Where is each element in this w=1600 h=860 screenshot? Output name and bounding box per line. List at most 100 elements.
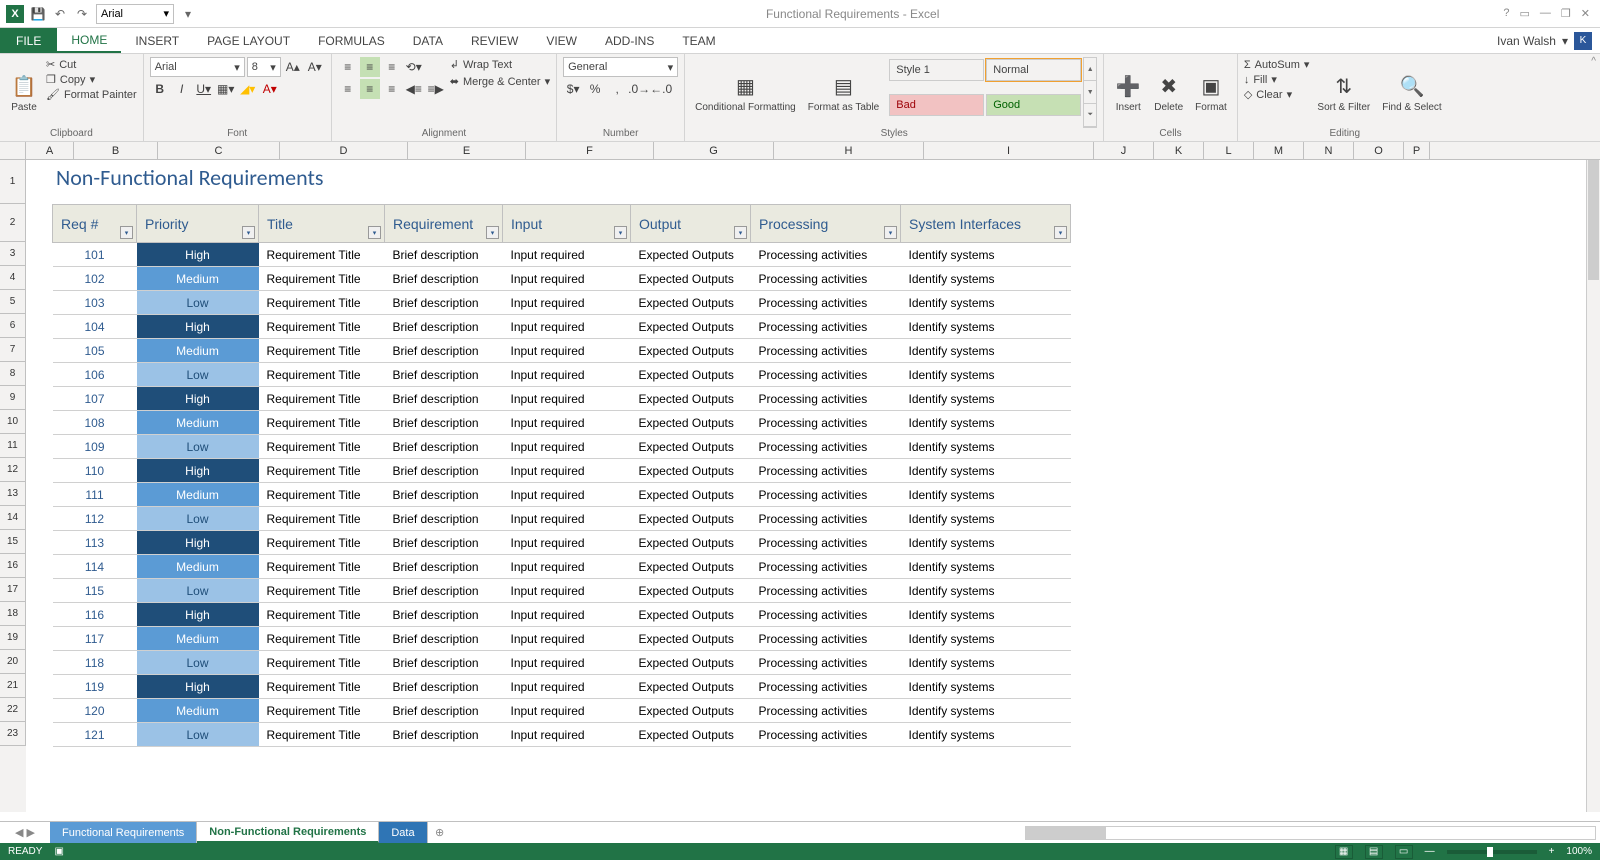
table-cell[interactable]: Brief description	[385, 507, 503, 531]
table-cell[interactable]: Processing activities	[751, 387, 901, 411]
table-cell[interactable]: Expected Outputs	[631, 267, 751, 291]
view-tab[interactable]: VIEW	[532, 28, 591, 53]
table-cell[interactable]: Processing activities	[751, 435, 901, 459]
style-style1[interactable]: Style 1	[889, 59, 984, 81]
table-cell[interactable]: Input required	[503, 459, 631, 483]
table-cell[interactable]: Processing activities	[751, 723, 901, 747]
table-cell[interactable]: Brief description	[385, 267, 503, 291]
home-tab[interactable]: HOME	[57, 28, 121, 53]
table-header[interactable]: Output▾	[631, 205, 751, 243]
worksheet-grid[interactable]: 1234567891011121314151617181920212223 No…	[0, 160, 1600, 812]
table-cell[interactable]: Expected Outputs	[631, 579, 751, 603]
sheet-tab-data[interactable]: Data	[379, 822, 427, 843]
row-header-15[interactable]: 15	[0, 530, 26, 554]
table-cell[interactable]: Brief description	[385, 531, 503, 555]
merge-center-button[interactable]: ⬌Merge & Center▾	[450, 74, 550, 89]
table-header[interactable]: Requirement▾	[385, 205, 503, 243]
minimize-icon[interactable]: —	[1540, 7, 1551, 20]
bold-button[interactable]: B	[150, 79, 170, 99]
table-cell[interactable]: Requirement Title	[259, 387, 385, 411]
table-cell[interactable]: Identify systems	[901, 363, 1071, 387]
table-row[interactable]: 119HighRequirement TitleBrief descriptio…	[53, 675, 1071, 699]
clear-button[interactable]: ◇Clear▾	[1244, 87, 1310, 102]
table-cell[interactable]: Requirement Title	[259, 531, 385, 555]
table-cell[interactable]: Input required	[503, 603, 631, 627]
table-cell[interactable]: Identify systems	[901, 483, 1071, 507]
table-cell[interactable]: 121	[53, 723, 137, 747]
table-cell[interactable]: Brief description	[385, 603, 503, 627]
row-header-1[interactable]: 1	[0, 160, 26, 204]
format-painter-button[interactable]: 🖌Format Painter	[46, 87, 137, 102]
row-header-9[interactable]: 9	[0, 386, 26, 410]
table-cell[interactable]: Input required	[503, 435, 631, 459]
table-cell[interactable]: Low	[137, 723, 259, 747]
table-cell[interactable]: Requirement Title	[259, 723, 385, 747]
table-cell[interactable]: 108	[53, 411, 137, 435]
table-cell[interactable]: Requirement Title	[259, 675, 385, 699]
table-cell[interactable]: 103	[53, 291, 137, 315]
table-cell[interactable]: Identify systems	[901, 339, 1071, 363]
orientation-icon[interactable]: ⟲▾	[404, 57, 424, 77]
view-page-break-icon[interactable]: ▭	[1395, 845, 1413, 859]
table-cell[interactable]: High	[137, 459, 259, 483]
table-cell[interactable]: Input required	[503, 651, 631, 675]
column-header-D[interactable]: D	[280, 142, 408, 159]
table-row[interactable]: 104HighRequirement TitleBrief descriptio…	[53, 315, 1071, 339]
table-cell[interactable]: Low	[137, 651, 259, 675]
decrease-font-icon[interactable]: A▾	[305, 57, 325, 77]
table-cell[interactable]: Input required	[503, 291, 631, 315]
view-normal-icon[interactable]: ▦	[1335, 845, 1353, 859]
table-cell[interactable]: 104	[53, 315, 137, 339]
table-header[interactable]: System Interfaces▾	[901, 205, 1071, 243]
table-cell[interactable]: Low	[137, 579, 259, 603]
insert-cells-button[interactable]: ➕Insert	[1110, 57, 1146, 128]
row-header-6[interactable]: 6	[0, 314, 26, 338]
table-row[interactable]: 120MediumRequirement TitleBrief descript…	[53, 699, 1071, 723]
table-cell[interactable]: Input required	[503, 363, 631, 387]
table-cell[interactable]: 114	[53, 555, 137, 579]
table-cell[interactable]: Brief description	[385, 483, 503, 507]
vertical-scrollbar[interactable]	[1586, 160, 1600, 812]
style-normal[interactable]: Normal	[986, 59, 1081, 81]
row-header-3[interactable]: 3	[0, 242, 26, 266]
table-row[interactable]: 111MediumRequirement TitleBrief descript…	[53, 483, 1071, 507]
table-cell[interactable]: Identify systems	[901, 531, 1071, 555]
horizontal-scrollbar[interactable]	[1025, 826, 1596, 840]
row-header-4[interactable]: 4	[0, 266, 26, 290]
column-header-F[interactable]: F	[526, 142, 654, 159]
row-header-22[interactable]: 22	[0, 698, 26, 722]
table-row[interactable]: 108MediumRequirement TitleBrief descript…	[53, 411, 1071, 435]
table-cell[interactable]: Requirement Title	[259, 459, 385, 483]
user-account[interactable]: Ivan Walsh ▾ K	[1489, 28, 1600, 53]
table-cell[interactable]: Requirement Title	[259, 363, 385, 387]
table-cell[interactable]: 115	[53, 579, 137, 603]
fill-color-button[interactable]: ◢▾	[238, 79, 258, 99]
gallery-up-icon[interactable]: ▲	[1084, 58, 1096, 81]
table-cell[interactable]: Expected Outputs	[631, 723, 751, 747]
table-cell[interactable]: 101	[53, 243, 137, 267]
table-row[interactable]: 109LowRequirement TitleBrief description…	[53, 435, 1071, 459]
table-cell[interactable]: Brief description	[385, 651, 503, 675]
table-cell[interactable]: Brief description	[385, 339, 503, 363]
zoom-out-icon[interactable]: —	[1425, 846, 1435, 857]
table-cell[interactable]: Brief description	[385, 243, 503, 267]
row-header-7[interactable]: 7	[0, 338, 26, 362]
table-cell[interactable]: Identify systems	[901, 507, 1071, 531]
table-cell[interactable]: Identify systems	[901, 651, 1071, 675]
table-cell[interactable]: Brief description	[385, 363, 503, 387]
table-cell[interactable]: Identify systems	[901, 315, 1071, 339]
table-cell[interactable]: Input required	[503, 507, 631, 531]
table-cell[interactable]: Medium	[137, 555, 259, 579]
table-cell[interactable]: Identify systems	[901, 411, 1071, 435]
table-cell[interactable]: Medium	[137, 267, 259, 291]
cut-button[interactable]: ✂Cut	[46, 57, 137, 72]
filter-button-icon[interactable]: ▾	[614, 226, 627, 239]
hscroll-thumb[interactable]	[1026, 827, 1106, 839]
border-button[interactable]: ▦▾	[216, 79, 236, 99]
review-tab[interactable]: REVIEW	[457, 28, 532, 53]
table-cell[interactable]: Requirement Title	[259, 291, 385, 315]
table-cell[interactable]: Low	[137, 435, 259, 459]
table-cell[interactable]: Requirement Title	[259, 483, 385, 507]
number-format-combo[interactable]: General▾	[563, 57, 678, 77]
table-row[interactable]: 105MediumRequirement TitleBrief descript…	[53, 339, 1071, 363]
